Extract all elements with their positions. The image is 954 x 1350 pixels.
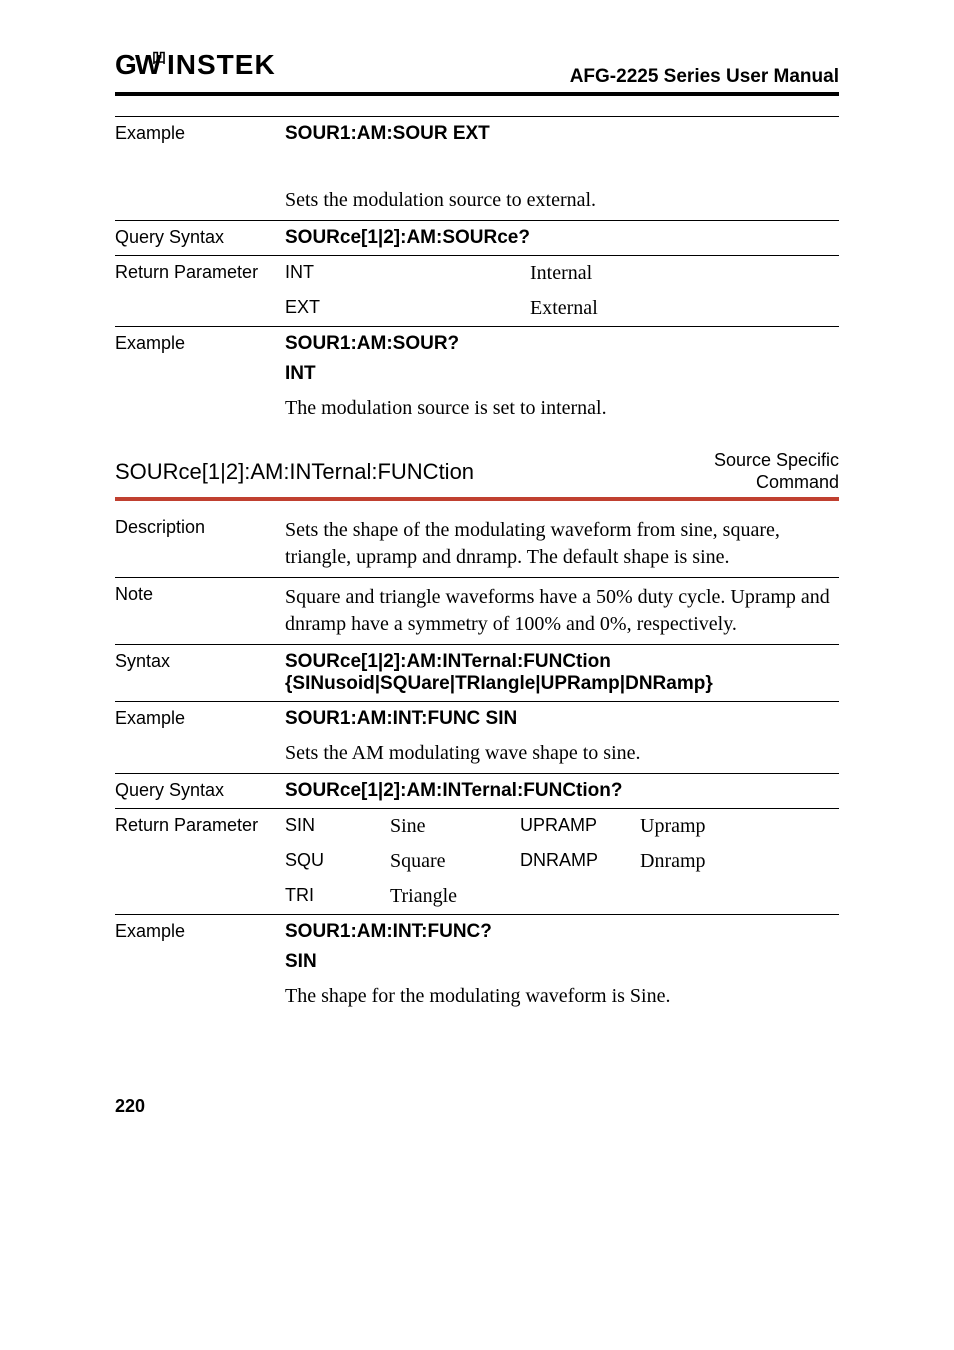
example-description: The shape for the modulating waveform is… xyxy=(285,983,839,1010)
row-label: Example xyxy=(115,921,285,942)
svg-text:INSTEK: INSTEK xyxy=(167,50,276,80)
param-code: SQU xyxy=(285,850,390,873)
param-code: EXT xyxy=(285,297,530,320)
row-label: Example xyxy=(115,123,285,144)
row-label: Description xyxy=(115,517,285,538)
example-desc-row: Sets the modulation source to external. xyxy=(115,181,839,220)
note-text: Square and triangle waveforms have a 50%… xyxy=(285,584,839,638)
description-text: Sets the shape of the modulating wavefor… xyxy=(285,517,839,571)
row-label: Query Syntax xyxy=(115,227,285,248)
example-command: SOUR1:AM:INT:FUNC? xyxy=(285,921,839,943)
tag-line: Command xyxy=(756,472,839,492)
return-param-row: Return Parameter SIN Sine UPRAMP Upramp xyxy=(115,809,839,844)
example-description: Sets the modulation source to external. xyxy=(285,187,839,214)
param-code: TRI xyxy=(285,885,390,908)
return-param-row: TRI Triangle xyxy=(115,879,839,914)
row-label: Return Parameter xyxy=(115,262,285,285)
param-code: DNRAMP xyxy=(520,850,640,873)
param-code: SIN xyxy=(285,815,390,838)
query-syntax-row: Query Syntax SOURce[1|2]:AM:SOURce? xyxy=(115,221,839,255)
row-label: Syntax xyxy=(115,651,285,672)
syntax-row: Syntax SOURce[1|2]:AM:INTernal:FUNCtion … xyxy=(115,645,839,701)
param-desc: Internal xyxy=(530,262,839,285)
section-heading: SOURce[1|2]:AM:INTernal:FUNCtion xyxy=(115,459,474,485)
example-command: SOUR1:AM:SOUR EXT xyxy=(285,123,839,145)
query-syntax: SOURce[1|2]:AM:SOURce? xyxy=(285,227,839,249)
param-code: INT xyxy=(285,262,530,285)
row-label: Example xyxy=(115,708,285,729)
return-param-row: Return Parameter INT Internal xyxy=(115,256,839,291)
syntax-line: SOURce[1|2]:AM:INTernal:FUNCtion xyxy=(285,651,839,673)
section-heading-row: SOURce[1|2]:AM:INTernal:FUNCtion Source … xyxy=(115,450,839,493)
brand-logo: G W 凹 INSTEK xyxy=(115,50,285,88)
param-code xyxy=(520,885,640,908)
example-command: SOUR1:AM:INT:FUNC SIN xyxy=(285,708,839,730)
param-desc: Square xyxy=(390,850,520,873)
param-desc: Sine xyxy=(390,815,520,838)
manual-title: AFG-2225 Series User Manual xyxy=(570,66,839,88)
svg-text:凹: 凹 xyxy=(152,50,167,66)
query-syntax: SOURce[1|2]:AM:INTernal:FUNCtion? xyxy=(285,780,839,802)
row-label: Example xyxy=(115,333,285,354)
return-param-row: EXT External xyxy=(115,291,839,326)
example-row: Example SOUR1:AM:SOUR? INT The modulatio… xyxy=(115,327,839,428)
example-response: SIN xyxy=(285,951,839,973)
param-code: UPRAMP xyxy=(520,815,640,838)
example-description: Sets the AM modulating wave shape to sin… xyxy=(285,740,839,767)
description-row: Description Sets the shape of the modula… xyxy=(115,511,839,577)
example-row: Example SOUR1:AM:INT:FUNC SIN Sets the A… xyxy=(115,702,839,773)
example-response: INT xyxy=(285,363,839,385)
example-row: Example SOUR1:AM:SOUR EXT xyxy=(115,117,839,151)
row-label: Query Syntax xyxy=(115,780,285,801)
example-description: The modulation source is set to internal… xyxy=(285,395,839,422)
example-command: SOUR1:AM:SOUR? xyxy=(285,333,839,355)
page-header: G W 凹 INSTEK AFG-2225 Series User Manual xyxy=(115,50,839,88)
syntax-line: {SINusoid|SQUare|TRIangle|UPRamp|DNRamp} xyxy=(285,673,839,695)
page-number: 220 xyxy=(115,1096,839,1117)
note-row: Note Square and triangle waveforms have … xyxy=(115,578,839,644)
tag-line: Source Specific xyxy=(714,450,839,470)
header-rule xyxy=(115,92,839,96)
param-desc: Triangle xyxy=(390,885,520,908)
section-rule xyxy=(115,497,839,501)
param-desc: Upramp xyxy=(640,815,839,838)
param-desc: External xyxy=(530,297,839,320)
param-desc: Dnramp xyxy=(640,850,839,873)
row-label: Note xyxy=(115,584,285,605)
query-syntax-row: Query Syntax SOURce[1|2]:AM:INTernal:FUN… xyxy=(115,774,839,808)
example-row: Example SOUR1:AM:INT:FUNC? SIN The shape… xyxy=(115,915,839,1016)
return-param-row: SQU Square DNRAMP Dnramp xyxy=(115,844,839,879)
svg-text:G: G xyxy=(115,50,137,80)
row-label: Return Parameter xyxy=(115,815,285,838)
section-tag: Source Specific Command xyxy=(714,450,839,493)
param-desc xyxy=(640,885,839,908)
